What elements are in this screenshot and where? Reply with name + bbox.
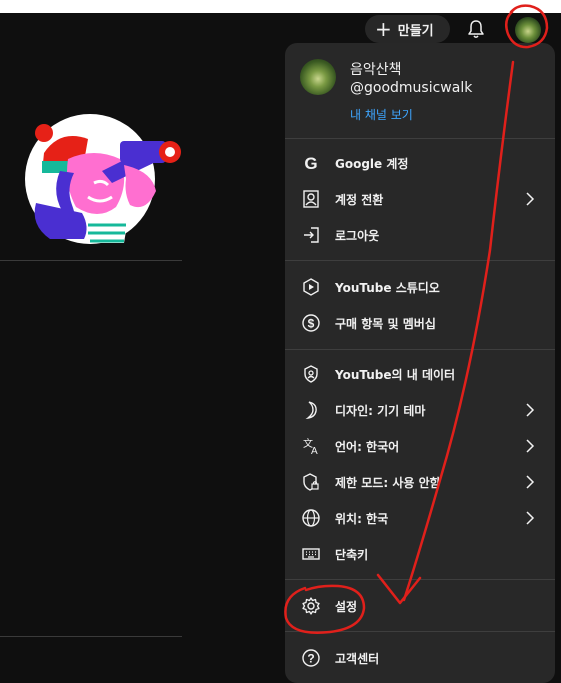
menu-item-label: 단축키 [335, 547, 369, 562]
switch-account-icon [301, 189, 321, 209]
svg-text:A: A [311, 446, 318, 456]
menu-item-label: 설정 [335, 599, 358, 614]
menu-item-label: 언어: 한국어 [335, 439, 400, 454]
chevron-right-icon [525, 192, 535, 206]
menu-item-label: 계정 전환 [335, 192, 384, 207]
menu-item-label: YouTube의 내 데이터 [335, 367, 456, 382]
shield-person-icon [301, 364, 321, 384]
menu-item-sign-out[interactable]: 로그아웃 [285, 217, 555, 253]
menu-item-label: 위치: 한국 [335, 511, 389, 526]
menu-item-label: 디자인: 기기 테마 [335, 403, 426, 418]
left-divider [0, 260, 182, 261]
menu-divider [285, 349, 555, 350]
svg-text:$: $ [308, 317, 315, 331]
moon-icon [301, 400, 321, 420]
translate-icon: 文A [301, 436, 321, 456]
profile-name: 음악산책 [350, 62, 402, 78]
top-strip [0, 0, 561, 13]
menu-item-label: 구매 항목 및 멤버십 [335, 316, 436, 331]
sign-out-icon [301, 225, 321, 245]
menu-divider [285, 138, 555, 139]
chevron-right-icon [525, 403, 535, 417]
menu-item-language[interactable]: 文A 언어: 한국어 [285, 428, 555, 464]
account-avatar-button[interactable] [515, 17, 541, 43]
account-menu: 음악산책 @goodmusicwalk 내 채널 보기 G Google 계정 … [285, 43, 555, 683]
view-channel-link[interactable]: 내 채널 보기 [350, 106, 413, 123]
profile-header: 음악산책 @goodmusicwalk 내 채널 보기 [285, 43, 555, 139]
svg-text:?: ? [307, 652, 314, 666]
menu-item-restricted-mode[interactable]: 제한 모드: 사용 안함 [285, 464, 555, 500]
menu-item-purchases[interactable]: $ 구매 항목 및 멤버십 [285, 305, 555, 341]
menu-item-shortcuts[interactable]: 단축키 [285, 536, 555, 572]
plus-icon: + [375, 17, 392, 41]
globe-icon [301, 508, 321, 528]
menu-item-label: 제한 모드: 사용 안함 [335, 475, 441, 490]
menu-item-help[interactable]: ? 고객센터 [285, 640, 555, 676]
keyboard-icon [301, 544, 321, 564]
svg-text:G: G [304, 154, 317, 173]
menu-item-google-account[interactable]: G Google 계정 [285, 145, 555, 181]
chevron-right-icon [525, 511, 535, 525]
menu-item-label: 로그아웃 [335, 228, 380, 243]
gear-icon [301, 596, 321, 616]
menu-item-location[interactable]: 위치: 한국 [285, 500, 555, 536]
menu-item-switch-account[interactable]: 계정 전환 [285, 181, 555, 217]
profile-avatar [300, 59, 336, 95]
create-button[interactable]: + 만들기 [365, 15, 450, 43]
menu-item-your-data[interactable]: YouTube의 내 데이터 [285, 356, 555, 392]
explorer-illustration [24, 113, 182, 245]
menu-item-label: 고객센터 [335, 651, 380, 666]
studio-icon [301, 277, 321, 297]
chevron-right-icon [525, 475, 535, 489]
menu-divider [285, 579, 555, 580]
left-divider [0, 636, 182, 637]
dollar-icon: $ [301, 313, 321, 333]
menu-item-youtube-studio[interactable]: YouTube 스튜디오 [285, 269, 555, 305]
menu-item-label: YouTube 스튜디오 [335, 280, 440, 295]
help-icon: ? [301, 648, 321, 668]
profile-handle: @goodmusicwalk [350, 80, 473, 96]
google-icon: G [301, 153, 321, 173]
menu-divider [285, 631, 555, 632]
menu-item-label: Google 계정 [335, 156, 409, 171]
chevron-right-icon [525, 439, 535, 453]
bell-icon[interactable] [463, 16, 489, 42]
menu-divider [285, 260, 555, 261]
menu-item-appearance[interactable]: 디자인: 기기 테마 [285, 392, 555, 428]
create-label: 만들기 [397, 23, 434, 39]
menu-item-settings[interactable]: 설정 [285, 588, 555, 624]
restricted-mode-icon [301, 472, 321, 492]
